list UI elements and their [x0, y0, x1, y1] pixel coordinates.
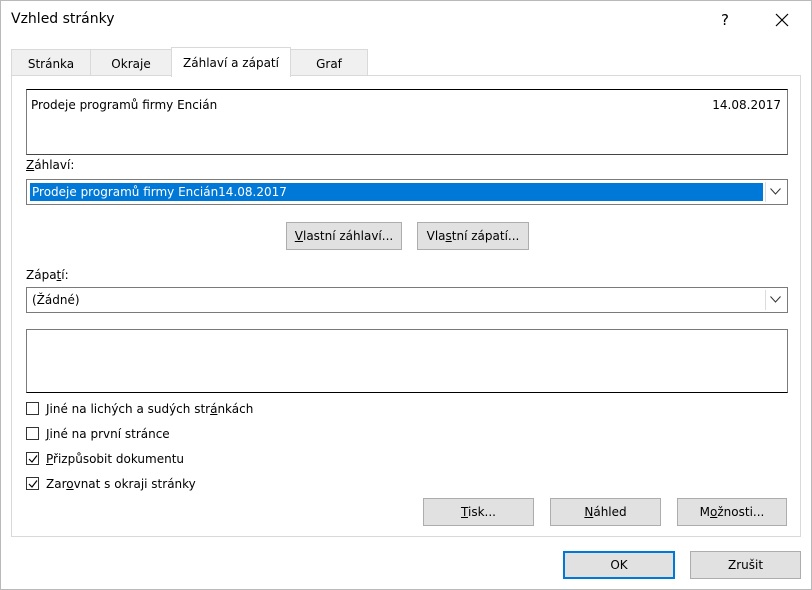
custom-footer-button[interactable]: Vlastní zápatí... [417, 222, 529, 250]
chevron-down-icon [770, 296, 781, 303]
align-margins-checkbox[interactable] [26, 477, 39, 490]
header-select-value: Prodeje programů firmy Encián14.08.2017 [29, 182, 764, 202]
footer-dropdown-button[interactable] [765, 290, 785, 310]
footer-select[interactable]: (Žádné) [26, 287, 788, 313]
page-setup-dialog: Vzhled stránky ? Stránka Okraje Záhlaví … [0, 0, 812, 590]
close-icon [775, 13, 789, 27]
tab-chart[interactable]: Graf [290, 49, 368, 75]
header-preview-right: 14.08.2017 [712, 98, 781, 112]
footer-select-value: (Žádné) [32, 293, 80, 307]
odd-even-label: Jiné na lichých a sudých stránkách [46, 402, 254, 416]
first-page-checkbox[interactable] [26, 427, 39, 440]
help-button[interactable]: ? [709, 7, 741, 33]
header-preview: Prodeje programů firmy Encián 14.08.2017 [26, 89, 788, 155]
header-label: Záhlaví: [26, 158, 75, 172]
scale-with-document-checkbox[interactable] [26, 452, 39, 465]
options-button[interactable]: Možnosti... [677, 498, 787, 526]
header-dropdown-button[interactable] [765, 182, 785, 202]
cancel-button[interactable]: Zrušit [690, 551, 801, 579]
preview-button[interactable]: Náhled [550, 498, 661, 526]
first-page-label: Jiné na první stránce [46, 427, 170, 441]
custom-header-button[interactable]: Vlastní záhlaví... [286, 222, 402, 250]
footer-preview [26, 329, 788, 393]
print-button[interactable]: Tisk... [423, 498, 534, 526]
ok-button[interactable]: OK [563, 551, 675, 579]
checkmark-icon [28, 480, 38, 488]
header-select[interactable]: Prodeje programů firmy Encián14.08.2017 [26, 179, 788, 205]
checkmark-icon [28, 455, 38, 463]
tab-page[interactable]: Stránka [11, 49, 91, 75]
odd-even-checkbox[interactable] [26, 402, 39, 415]
footer-label: Zápatí: [26, 268, 69, 282]
header-preview-left: Prodeje programů firmy Encián [31, 98, 218, 112]
title-bar: Vzhled stránky ? [1, 1, 811, 39]
chevron-down-icon [770, 188, 781, 195]
tab-margins[interactable]: Okraje [90, 49, 172, 75]
tab-header-footer[interactable]: Záhlaví a zápatí [171, 47, 291, 77]
close-button[interactable] [763, 7, 803, 33]
dialog-title: Vzhled stránky [11, 11, 115, 27]
header-footer-panel: Prodeje programů firmy Encián 14.08.2017… [11, 75, 801, 537]
align-margins-label: Zarovnat s okraji stránky [46, 477, 196, 491]
scale-with-document-label: Přizpůsobit dokumentu [46, 452, 185, 466]
